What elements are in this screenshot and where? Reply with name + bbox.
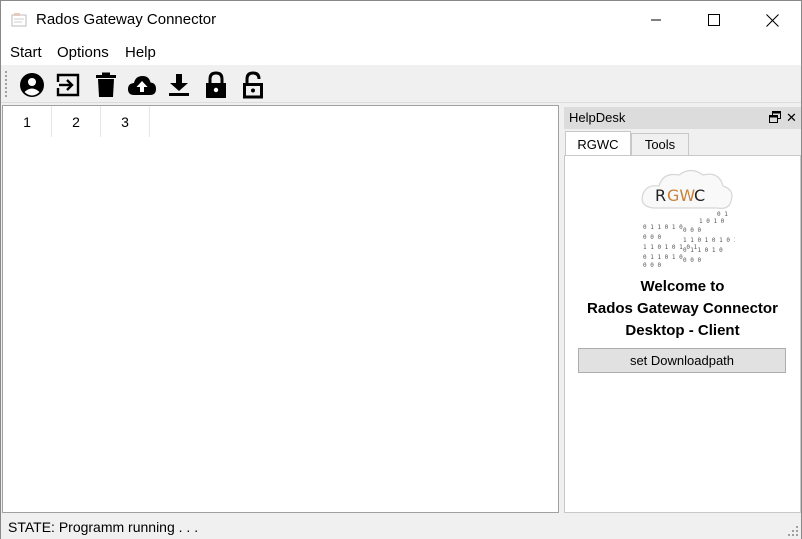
unlock-button[interactable] — [238, 70, 268, 100]
menu-bar: Start Options Help — [1, 39, 801, 65]
download-button[interactable] — [164, 70, 194, 100]
main-panel[interactable]: 1 2 3 — [2, 105, 559, 513]
maximize-button[interactable] — [685, 1, 743, 39]
svg-text:0 0 0: 0 0 0 — [643, 234, 661, 241]
toolbar-grip[interactable] — [5, 71, 8, 97]
menu-help[interactable]: Help — [125, 44, 156, 61]
welcome-line-3: Desktop - Client — [625, 322, 740, 339]
svg-text:1 1 0 1 0 1 0 1: 1 1 0 1 0 1 0 1 — [683, 237, 735, 244]
dock-close-icon[interactable]: ✕ — [786, 110, 797, 126]
status-bar: STATE: Programm running . . . — [1, 515, 801, 539]
logo-letters-gw: GW — [667, 186, 695, 205]
logo-letter-c: C — [694, 186, 705, 205]
close-icon — [765, 13, 779, 27]
minimize-icon — [651, 19, 661, 21]
tab-2[interactable]: 2 — [52, 106, 101, 137]
svg-text:0 0 0: 0 0 0 — [683, 227, 701, 234]
close-button[interactable] — [743, 1, 801, 39]
resize-grip-icon[interactable] — [787, 525, 799, 537]
set-downloadpath-button[interactable]: set Downloadpath — [578, 348, 786, 373]
svg-text:0 1: 0 1 — [717, 211, 728, 218]
welcome-line-1: Welcome to — [640, 278, 725, 295]
dock-title: HelpDesk — [569, 110, 626, 125]
tab-tools[interactable]: Tools — [631, 133, 689, 155]
svg-text:0 1 1 0 1 0: 0 1 1 0 1 0 — [643, 254, 683, 261]
svg-text:0 1 1 0 1 0: 0 1 1 0 1 0 — [683, 247, 723, 254]
float-icon[interactable] — [769, 111, 781, 123]
account-button[interactable] — [17, 70, 47, 100]
logo-letter-r: R — [655, 186, 666, 205]
login-button[interactable] — [53, 70, 83, 100]
svg-text:0 1 1 0 1 0: 0 1 1 0 1 0 — [643, 224, 683, 231]
svg-text:1 0 1 0: 1 0 1 0 — [699, 218, 725, 225]
lock-icon — [206, 71, 226, 98]
upload-button[interactable] — [127, 70, 157, 100]
maximize-icon — [708, 14, 720, 26]
helpdesk-panel: R GW C 0 1 1 0 1 0 0 0 0 1 1 0 1 0 1 0 1… — [564, 155, 801, 513]
minimize-button[interactable] — [627, 1, 685, 39]
app-icon — [11, 13, 27, 27]
welcome-text: Welcome to Rados Gateway Connector Deskt… — [565, 276, 800, 342]
login-icon — [56, 73, 80, 97]
helpdesk-tabs: RGWC Tools — [564, 131, 801, 156]
tab-3[interactable]: 3 — [101, 106, 150, 137]
toolbar — [1, 65, 801, 103]
window-title: Rados Gateway Connector — [36, 11, 217, 28]
dock-title-bar[interactable]: HelpDesk ✕ — [564, 107, 801, 129]
tab-rgwc[interactable]: RGWC — [565, 131, 631, 156]
rgwc-logo: R GW C 0 1 1 0 1 0 0 0 0 1 1 0 1 0 1 0 1… — [641, 169, 735, 268]
tab-1[interactable]: 1 — [3, 106, 52, 137]
welcome-line-2: Rados Gateway Connector — [587, 300, 778, 317]
helpdesk-dock: HelpDesk ✕ RGWC Tools R GW C 0 1 1 0 1 0 — [564, 107, 801, 513]
svg-text:0 0 0: 0 0 0 — [683, 257, 701, 264]
binary-rain: 0 1 1 0 1 0 0 0 0 1 1 0 1 0 1 0 1 0 1 1 … — [643, 211, 735, 268]
status-text: STATE: Programm running . . . — [8, 519, 199, 535]
delete-button[interactable] — [91, 70, 121, 100]
unlock-icon — [243, 71, 263, 99]
download-icon — [169, 74, 189, 96]
title-bar[interactable]: Rados Gateway Connector — [1, 1, 801, 39]
menu-start[interactable]: Start — [10, 44, 42, 61]
trash-icon — [96, 72, 116, 97]
cloud-upload-icon — [128, 76, 156, 95]
app-window: Rados Gateway Connector Start Options He… — [0, 0, 802, 539]
menu-options[interactable]: Options — [57, 44, 109, 61]
user-icon — [20, 73, 44, 97]
lock-button[interactable] — [201, 70, 231, 100]
svg-text:0 0 0: 0 0 0 — [643, 262, 661, 268]
